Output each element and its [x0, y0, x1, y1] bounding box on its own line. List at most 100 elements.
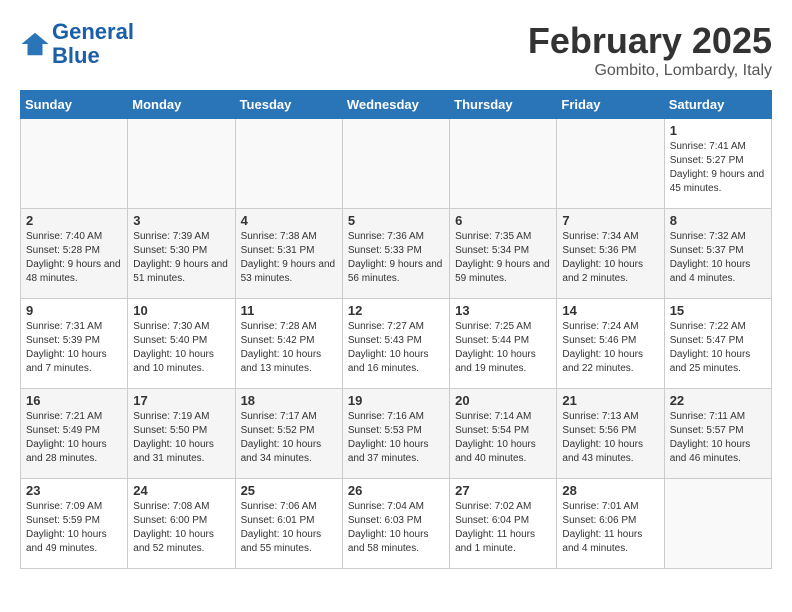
week-row-4: 16Sunrise: 7:21 AM Sunset: 5:49 PM Dayli…: [21, 389, 772, 479]
day-number: 14: [562, 303, 658, 318]
calendar-cell: [557, 119, 664, 209]
calendar-cell: 12 Sunrise: 7:27 AM Sunset: 5:43 PM Dayli…: [342, 299, 449, 389]
week-row-3: 9Sunrise: 7:31 AM Sunset: 5:39 PM Daylig…: [21, 299, 772, 389]
logo-line1: General: [52, 20, 134, 44]
day-number: 22: [670, 393, 766, 408]
calendar-cell: 19 Sunrise: 7:16 AM Sunset: 5:53 PM Dayli…: [342, 389, 449, 479]
week-row-1: 1 Sunrise: 7:41 AM Sunset: 5:27 PM Daylig…: [21, 119, 772, 209]
day-info: Sunrise: 7:28 AM Sunset: 5:42 PM Dayligh…: [241, 321, 322, 374]
day-number: 7: [562, 213, 658, 228]
day-number: 13: [455, 303, 551, 318]
calendar-cell: 10 Sunrise: 7:30 AM Sunset: 5:40 PM Dayli…: [128, 299, 235, 389]
calendar-cell: [450, 119, 557, 209]
calendar-cell: 14 Sunrise: 7:24 AM Sunset: 5:46 PM Dayli…: [557, 299, 664, 389]
day-number: 1: [670, 123, 766, 138]
day-info: Sunrise: 7:38 AM Sunset: 5:31 PM Dayligh…: [241, 231, 336, 284]
day-number: 6: [455, 213, 551, 228]
day-info: Sunrise: 7:16 AM Sunset: 5:53 PM Dayligh…: [348, 411, 429, 464]
day-info: Sunrise: 7:04 AM Sunset: 6:03 PM Dayligh…: [348, 501, 429, 554]
calendar-cell: [21, 119, 128, 209]
day-info: Sunrise: 7:13 AM Sunset: 5:56 PM Dayligh…: [562, 411, 643, 464]
day-number: 20: [455, 393, 551, 408]
calendar-cell: 5 Sunrise: 7:36 AM Sunset: 5:33 PM Daylig…: [342, 209, 449, 299]
day-number: 23: [26, 483, 122, 498]
day-info: Sunrise: 7:24 AM Sunset: 5:46 PM Dayligh…: [562, 321, 643, 374]
day-number: 12: [348, 303, 444, 318]
calendar-cell: 4 Sunrise: 7:38 AM Sunset: 5:31 PM Daylig…: [235, 209, 342, 299]
title-block: February 2025 Gombito, Lombardy, Italy: [528, 20, 772, 80]
weekday-header-row: SundayMondayTuesdayWednesdayThursdayFrid…: [21, 91, 772, 119]
day-number: 25: [241, 483, 337, 498]
day-number: 15: [670, 303, 766, 318]
logo-line2: Blue: [52, 44, 134, 68]
day-info: Sunrise: 7:34 AM Sunset: 5:36 PM Dayligh…: [562, 231, 643, 284]
day-number: 28: [562, 483, 658, 498]
day-number: 27: [455, 483, 551, 498]
calendar-cell: 26 Sunrise: 7:04 AM Sunset: 6:03 PM Dayli…: [342, 479, 449, 569]
day-number: 10: [133, 303, 229, 318]
calendar-cell: 6 Sunrise: 7:35 AM Sunset: 5:34 PM Daylig…: [450, 209, 557, 299]
month-title: February 2025: [528, 20, 772, 62]
calendar-cell: [664, 479, 771, 569]
day-info: Sunrise: 7:27 AM Sunset: 5:43 PM Dayligh…: [348, 321, 429, 374]
day-info: Sunrise: 7:02 AM Sunset: 6:04 PM Dayligh…: [455, 501, 535, 554]
calendar-cell: 8Sunrise: 7:32 AM Sunset: 5:37 PM Daylig…: [664, 209, 771, 299]
day-number: 26: [348, 483, 444, 498]
day-info: Sunrise: 7:01 AM Sunset: 6:06 PM Dayligh…: [562, 501, 642, 554]
calendar-cell: 17Sunrise: 7:19 AM Sunset: 5:50 PM Dayli…: [128, 389, 235, 479]
calendar-cell: 13 Sunrise: 7:25 AM Sunset: 5:44 PM Dayli…: [450, 299, 557, 389]
calendar-cell: 16Sunrise: 7:21 AM Sunset: 5:49 PM Dayli…: [21, 389, 128, 479]
logo-text: General Blue: [52, 20, 134, 68]
weekday-header-thursday: Thursday: [450, 91, 557, 119]
week-row-5: 23 Sunrise: 7:09 AM Sunset: 5:59 PM Dayli…: [21, 479, 772, 569]
day-info: Sunrise: 7:14 AM Sunset: 5:54 PM Dayligh…: [455, 411, 536, 464]
day-info: Sunrise: 7:25 AM Sunset: 5:44 PM Dayligh…: [455, 321, 536, 374]
day-number: 4: [241, 213, 337, 228]
day-info: Sunrise: 7:09 AM Sunset: 5:59 PM Dayligh…: [26, 501, 107, 554]
day-info: Sunrise: 7:11 AM Sunset: 5:57 PM Dayligh…: [670, 411, 751, 464]
calendar-cell: [342, 119, 449, 209]
day-info: Sunrise: 7:35 AM Sunset: 5:34 PM Dayligh…: [455, 231, 550, 284]
day-number: 8: [670, 213, 766, 228]
day-number: 5: [348, 213, 444, 228]
day-number: 17: [133, 393, 229, 408]
day-info: Sunrise: 7:22 AM Sunset: 5:47 PM Dayligh…: [670, 321, 751, 374]
day-number: 19: [348, 393, 444, 408]
day-number: 11: [241, 303, 337, 318]
weekday-header-friday: Friday: [557, 91, 664, 119]
weekday-header-sunday: Sunday: [21, 91, 128, 119]
week-row-2: 2Sunrise: 7:40 AM Sunset: 5:28 PM Daylig…: [21, 209, 772, 299]
calendar-cell: 2Sunrise: 7:40 AM Sunset: 5:28 PM Daylig…: [21, 209, 128, 299]
weekday-header-wednesday: Wednesday: [342, 91, 449, 119]
calendar-cell: 24 Sunrise: 7:08 AM Sunset: 6:00 PM Dayli…: [128, 479, 235, 569]
calendar-cell: 25 Sunrise: 7:06 AM Sunset: 6:01 PM Dayli…: [235, 479, 342, 569]
day-info: Sunrise: 7:30 AM Sunset: 5:40 PM Dayligh…: [133, 321, 214, 374]
calendar-cell: 27 Sunrise: 7:02 AM Sunset: 6:04 PM Dayli…: [450, 479, 557, 569]
weekday-header-tuesday: Tuesday: [235, 91, 342, 119]
day-info: Sunrise: 7:21 AM Sunset: 5:49 PM Dayligh…: [26, 411, 107, 464]
calendar-cell: 11 Sunrise: 7:28 AM Sunset: 5:42 PM Dayli…: [235, 299, 342, 389]
calendar-cell: 21 Sunrise: 7:13 AM Sunset: 5:56 PM Dayli…: [557, 389, 664, 479]
calendar-cell: 20 Sunrise: 7:14 AM Sunset: 5:54 PM Dayli…: [450, 389, 557, 479]
calendar-cell: 28 Sunrise: 7:01 AM Sunset: 6:06 PM Dayli…: [557, 479, 664, 569]
calendar-cell: 18 Sunrise: 7:17 AM Sunset: 5:52 PM Dayli…: [235, 389, 342, 479]
day-info: Sunrise: 7:06 AM Sunset: 6:01 PM Dayligh…: [241, 501, 322, 554]
calendar-cell: 22 Sunrise: 7:11 AM Sunset: 5:57 PM Dayli…: [664, 389, 771, 479]
day-info: Sunrise: 7:36 AM Sunset: 5:33 PM Dayligh…: [348, 231, 443, 284]
day-info: Sunrise: 7:41 AM Sunset: 5:27 PM Dayligh…: [670, 141, 765, 194]
day-number: 21: [562, 393, 658, 408]
weekday-header-saturday: Saturday: [664, 91, 771, 119]
day-info: Sunrise: 7:08 AM Sunset: 6:00 PM Dayligh…: [133, 501, 214, 554]
calendar-cell: 1 Sunrise: 7:41 AM Sunset: 5:27 PM Daylig…: [664, 119, 771, 209]
day-number: 24: [133, 483, 229, 498]
calendar-cell: 23 Sunrise: 7:09 AM Sunset: 5:59 PM Dayli…: [21, 479, 128, 569]
logo: General Blue: [20, 20, 134, 68]
day-info: Sunrise: 7:31 AM Sunset: 5:39 PM Dayligh…: [26, 321, 107, 374]
calendar-table: SundayMondayTuesdayWednesdayThursdayFrid…: [20, 90, 772, 569]
calendar-cell: 7 Sunrise: 7:34 AM Sunset: 5:36 PM Daylig…: [557, 209, 664, 299]
day-info: Sunrise: 7:17 AM Sunset: 5:52 PM Dayligh…: [241, 411, 322, 464]
calendar-cell: 15 Sunrise: 7:22 AM Sunset: 5:47 PM Dayli…: [664, 299, 771, 389]
day-number: 18: [241, 393, 337, 408]
calendar-cell: [235, 119, 342, 209]
day-number: 2: [26, 213, 122, 228]
